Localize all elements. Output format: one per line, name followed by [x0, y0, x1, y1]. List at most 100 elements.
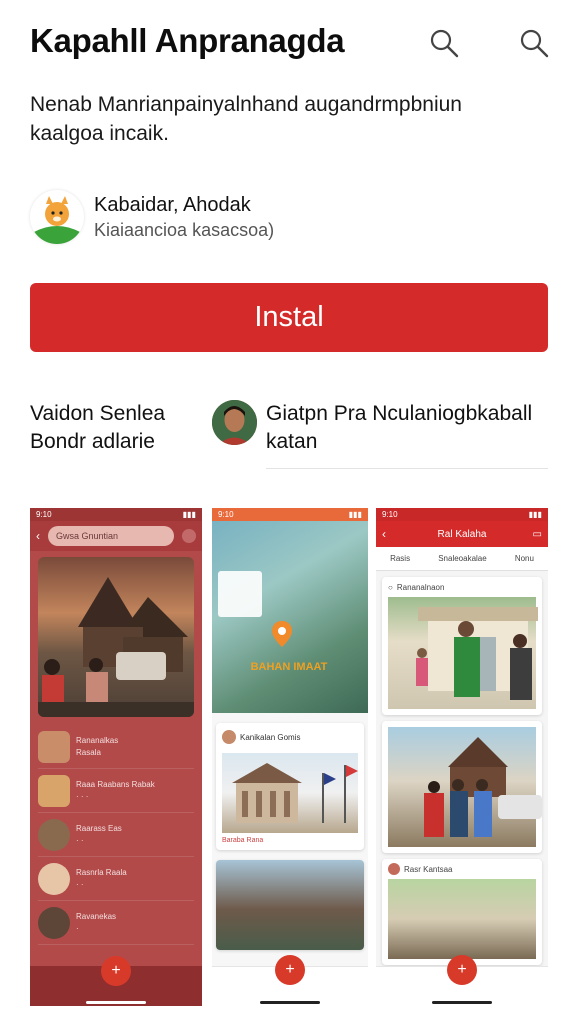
post-title: Rananalnaon: [396, 582, 445, 592]
people-house-photo-icon: [416, 607, 538, 700]
battery-icon: ▮▮▮: [182, 510, 196, 519]
share-icon: ▭: [532, 528, 542, 540]
description-line-2: kaalgoa incaik.: [30, 122, 169, 145]
post-title: Kanikalan Gomis: [240, 732, 301, 742]
status-bar: 9:10 ▮▮▮: [212, 508, 368, 521]
info-right-line-1: Giatpn Pra Nculaniogbkaball: [266, 402, 533, 425]
people-temple-photo-icon: [424, 737, 542, 837]
status-time: 9:10: [218, 510, 234, 519]
home-indicator: [260, 1001, 320, 1004]
info-left: Vaidon Senlea Bondr adlarie: [30, 400, 165, 456]
developer-row[interactable]: Kabaidar, Ahodak Kiaiaancioa kasacsoa): [30, 190, 550, 246]
search-icon[interactable]: [517, 26, 551, 60]
shot3-photo-1: [388, 597, 538, 709]
map-pin-icon: [272, 621, 292, 647]
battery-icon: ▮▮▮: [348, 510, 362, 519]
battery-icon: ▮▮▮: [528, 510, 542, 519]
list-item: Raarass Eas · ·: [38, 813, 194, 857]
shot1-topbar: ‹ Gwsa Gnuntian: [30, 521, 202, 551]
screenshot-1[interactable]: 9:10 ▮▮▮ ‹ Gwsa Gnuntian Rananalkas Rasa…: [30, 508, 202, 1006]
shot3-post-card-3: Rasr Kantsaa: [382, 859, 542, 965]
back-icon: ‹: [382, 527, 386, 541]
status-time: 9:10: [36, 510, 52, 519]
tiger-logo-icon: [34, 196, 80, 244]
thumbnail: [38, 862, 70, 895]
avatar[interactable]: [212, 400, 257, 445]
status-bar: 9:10 ▮▮▮: [376, 508, 548, 521]
list-item-title: Raarass Eas: [76, 823, 122, 833]
map-legend-card: [218, 571, 262, 617]
shot2-map: BAHAN IMAAT: [212, 521, 368, 713]
status-bar: 9:10 ▮▮▮: [30, 508, 202, 521]
thumbnail: [38, 730, 70, 763]
shot3-tabs: Rasis Snaleoakalae Nonu: [376, 547, 548, 571]
museum-photo-icon: [232, 763, 358, 823]
traditional-house-photo-icon: [38, 577, 194, 717]
list-item: Raaa Raabans Rabak · · ·: [38, 769, 194, 813]
tab-1: Rasis: [390, 554, 411, 563]
shot3-tabbar: +: [376, 955, 548, 1006]
tab-2: Snaleoakalae: [438, 554, 487, 563]
shot2-tabbar: +: [212, 955, 368, 1006]
shot3-title: Ral Kalaha: [437, 528, 487, 540]
divider: [266, 468, 548, 469]
screenshot-carousel[interactable]: 9:10 ▮▮▮ ‹ Gwsa Gnuntian Rananalkas Rasa…: [30, 508, 548, 1006]
menu-icon: [182, 529, 196, 543]
list-item: Ravanekas ·: [38, 901, 194, 945]
list-item: Rasnrla Raala · ·: [38, 857, 194, 901]
list-item-meta: · ·: [76, 879, 84, 889]
developer-subtitle: Kiaiaancioa kasacsoa): [94, 220, 275, 240]
shot3-topbar: ‹ Ral Kalaha ▭: [376, 521, 548, 547]
info-left-line-2: Bondr adlarie: [30, 430, 155, 453]
shot2-post-card: Kanikalan Gomis Baraba Rana: [216, 723, 364, 850]
back-icon: ‹: [36, 529, 40, 543]
screenshot-3[interactable]: 9:10 ▮▮▮ ‹ Ral Kalaha ▭ Rasis Snaleoakal…: [376, 508, 548, 1006]
shot2-second-card: [216, 860, 364, 950]
home-indicator: [86, 1001, 146, 1004]
shot3-photo-2: [388, 727, 542, 847]
list-item-meta: Rasala: [76, 747, 101, 757]
list-item-meta: · ·: [76, 835, 84, 845]
status-time: 9:10: [382, 510, 398, 519]
thumbnail: [38, 774, 70, 807]
person-avatar-icon: [212, 400, 257, 445]
plus-icon: +: [447, 955, 477, 985]
plus-icon: +: [101, 956, 131, 986]
app-description: Nenab Manrianpainyalnhand augandrmpbniun…: [30, 90, 550, 148]
info-left-line-1: Vaidon Senlea: [30, 402, 166, 425]
avatar: [388, 863, 400, 875]
install-button[interactable]: Instal: [30, 283, 548, 352]
info-right-line-2: katan: [266, 430, 318, 453]
list-item: Rananalkas Rasala: [38, 725, 194, 769]
shot1-hero-image: [38, 557, 194, 717]
shot1-list: Rananalkas Rasala Raaa Raabans Rabak · · ·…: [38, 725, 194, 945]
thumbnail: [38, 906, 70, 939]
search-icon: ○: [388, 582, 393, 592]
post-caption: Baraba Rana: [222, 837, 264, 844]
plus-icon: +: [275, 955, 305, 985]
shot3-post-card-2: [382, 721, 542, 853]
shot1-search: Gwsa Gnuntian: [48, 526, 174, 546]
list-item-title: Rasnrla Raala: [76, 867, 127, 877]
list-item-title: Rananalkas: [76, 735, 119, 745]
app-header: Kapahll Anpranagda: [30, 18, 556, 68]
screenshot-2[interactable]: 9:10 ▮▮▮ BAHAN IMAAT Kanikalan Gomis Bar…: [212, 508, 368, 1006]
developer-logo: [30, 190, 84, 244]
description-line-1: Nenab Manrianpainyalnhand augandrmpbniun: [30, 93, 462, 116]
app-title: Kapahll Anpranagda: [30, 22, 345, 59]
info-right: Giatpn Pra Nculaniogbkaball katan: [266, 400, 532, 456]
post-title: Rasr Kantsaa: [404, 864, 453, 874]
shot2-post-image: [222, 753, 358, 833]
search-icon[interactable]: [427, 26, 461, 60]
shot2-banner: BAHAN IMAAT: [250, 661, 328, 673]
shot3-photo-3: [388, 879, 536, 959]
developer-name: Kabaidar, Ahodak: [94, 194, 251, 216]
list-item-title: Ravanekas: [76, 911, 117, 921]
list-item-meta: · · ·: [76, 791, 89, 801]
home-indicator: [432, 1001, 492, 1004]
list-item-title: Raaa Raabans Rabak: [76, 779, 155, 789]
shot1-tabbar: +: [30, 956, 202, 1006]
list-item-meta: ·: [76, 923, 79, 933]
thumbnail: [38, 818, 70, 851]
tab-3: Nonu: [514, 554, 534, 563]
